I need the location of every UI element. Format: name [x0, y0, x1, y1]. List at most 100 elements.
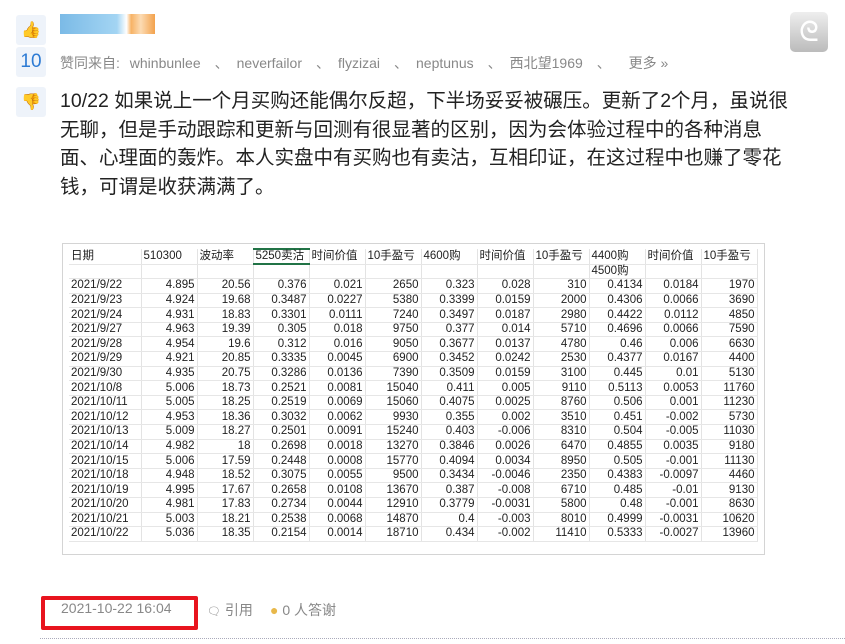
table-cell: 0.014	[477, 322, 534, 338]
liker-link[interactable]: neptunus	[416, 55, 474, 71]
liker-link[interactable]: flyzizai	[338, 55, 380, 71]
table-cell: 0.3497	[421, 307, 478, 323]
data-table: 日期 510300 波动率 5250卖沽 时间价值 10手盈亏 4600购 时间价值 10手盈亏…	[69, 248, 758, 542]
table-cell: 0.3075	[253, 468, 310, 484]
table-cell: 17.59	[197, 453, 254, 469]
table-cell: 5.006	[141, 380, 198, 396]
table-cell: -0.002	[645, 409, 702, 426]
avatar[interactable]: ᘓ	[790, 12, 828, 52]
table-cell: 0.0159	[477, 293, 534, 309]
table-cell: 20.56	[197, 278, 254, 294]
table-cell: 0.3301	[253, 307, 310, 323]
table-cell: 0.0035	[645, 439, 702, 455]
separator: 、	[214, 55, 229, 71]
table-cell	[69, 264, 142, 280]
separator: 、	[596, 55, 611, 71]
table-cell	[253, 263, 310, 280]
table-cell: 11130	[701, 453, 758, 469]
table-cell: 4.981	[141, 497, 198, 513]
liker-link[interactable]: neverfailor	[237, 55, 302, 71]
table-cell: 18.27	[197, 424, 254, 440]
table-row: 2021/9/23 4.924 19.68 0.3487 0.0227 5380 0.339…	[69, 293, 758, 309]
table-row: 2021/9/29 4.921 20.85 0.3335 0.0045 6900 0.345…	[69, 351, 758, 367]
table-cell: 10手盈亏	[365, 249, 422, 265]
likes-line: 赞同来自: whinbunlee 、 neverfailor 、 flyzizai 、 ne…	[60, 53, 674, 73]
table-cell: 4780	[533, 336, 590, 353]
table-cell: 4.895	[141, 278, 198, 294]
table-cell: 2021/9/27	[69, 322, 142, 338]
quote-button[interactable]: 🗨 引用	[207, 600, 253, 620]
table-cell: 2021/10/19	[69, 482, 142, 498]
table-cell: 18.83	[197, 307, 254, 323]
table-cell: 0.4306	[589, 293, 646, 309]
spreadsheet-image: 日期 510300 波动率 5250卖沽 时间价值 10手盈亏 4600购 时间价值 10手盈亏…	[62, 243, 765, 555]
more-likers-link[interactable]: 更多 »	[629, 55, 669, 71]
table-cell: 0.0069	[309, 395, 366, 411]
table-cell: 13960	[701, 526, 758, 542]
username-blurred[interactable]	[60, 14, 155, 34]
coins-icon: ●	[270, 602, 279, 618]
table-cell: -0.001	[645, 453, 702, 469]
table-cell: 日期	[69, 249, 142, 265]
thumbs-up-button[interactable]: 👍	[16, 15, 46, 45]
table-cell: 6710	[533, 482, 590, 498]
table-cell: 5.006	[141, 453, 198, 469]
table-cell: 0.0045	[309, 351, 366, 367]
table-cell: 7390	[365, 366, 422, 382]
thumbs-down-button[interactable]: 👎	[16, 87, 46, 117]
table-cell: 0.4134	[589, 278, 646, 294]
table-cell: 18.25	[197, 395, 254, 411]
table-cell: 5800	[533, 497, 590, 513]
table-cell: 19.6	[197, 336, 254, 353]
table-cell: 4.982	[141, 439, 198, 455]
table-cell: 8760	[533, 395, 590, 411]
table-cell: 8310	[533, 424, 590, 440]
table-row: 2021/10/21 5.003 18.21 0.2538 0.0068 14870 0.4…	[69, 512, 758, 528]
table-cell: 20.85	[197, 351, 254, 367]
table-cell: 18	[197, 439, 254, 455]
table-cell: 0.506	[589, 395, 646, 411]
table-cell: 2021/10/20	[69, 497, 142, 513]
table-cell: 18.36	[197, 409, 254, 426]
liker-link[interactable]: 西北望1969	[510, 55, 583, 71]
table-cell: 0.021	[309, 278, 366, 294]
table-cell: 12910	[365, 497, 422, 513]
table-cell: 0.485	[589, 482, 646, 498]
likes-label: 赞同来自:	[60, 55, 120, 71]
liker-link[interactable]: whinbunlee	[130, 55, 201, 71]
table-row: 2021/9/24 4.931 18.83 0.3301 0.0111 7240 0.349…	[69, 307, 758, 323]
table-cell: 0.4	[421, 512, 478, 528]
table-cell: 18.73	[197, 380, 254, 396]
table-cell: 18710	[365, 526, 422, 542]
table-cell: 20.75	[197, 366, 254, 382]
table-cell: 0.0034	[477, 453, 534, 469]
table-cell: 时间价值	[477, 249, 534, 265]
table-cell: 3690	[701, 293, 758, 309]
table-cell	[701, 264, 758, 280]
table-cell: 15060	[365, 395, 422, 411]
table-cell: 5250卖沽	[253, 248, 310, 265]
table-cell	[477, 264, 534, 280]
divider	[40, 638, 845, 639]
table-cell: 17.67	[197, 482, 254, 498]
table-cell: 0.505	[589, 453, 646, 469]
table-cell: 10手盈亏	[701, 249, 758, 265]
table-cell: 0.3779	[421, 497, 478, 513]
table-cell: 2021/10/11	[69, 395, 142, 411]
table-cell: 0.016	[309, 336, 366, 353]
table-cell: 0.0184	[645, 278, 702, 294]
table-row: 2021/10/15 5.006 17.59 0.2448 0.0008 15770 0.4…	[69, 453, 758, 469]
table-cell: 0.005	[477, 380, 534, 396]
table-cell: 0.451	[589, 409, 646, 426]
table-cell: 0.0091	[309, 424, 366, 440]
table-cell: 3510	[533, 409, 590, 426]
thanks-label: 0 人答谢	[282, 602, 337, 618]
table-cell: 0.3677	[421, 336, 478, 353]
table-cell: 2350	[533, 468, 590, 484]
table-row: 2021/10/12 4.953 18.36 0.3032 0.0062 9930 0.35…	[69, 409, 758, 426]
thumbs-down-icon: 👎	[21, 94, 41, 111]
thanks-button[interactable]: ● 0 人答谢	[270, 600, 336, 620]
table-cell: 0.001	[645, 395, 702, 411]
table-cell: -0.0031	[645, 512, 702, 528]
table-cell: 18.35	[197, 526, 254, 542]
